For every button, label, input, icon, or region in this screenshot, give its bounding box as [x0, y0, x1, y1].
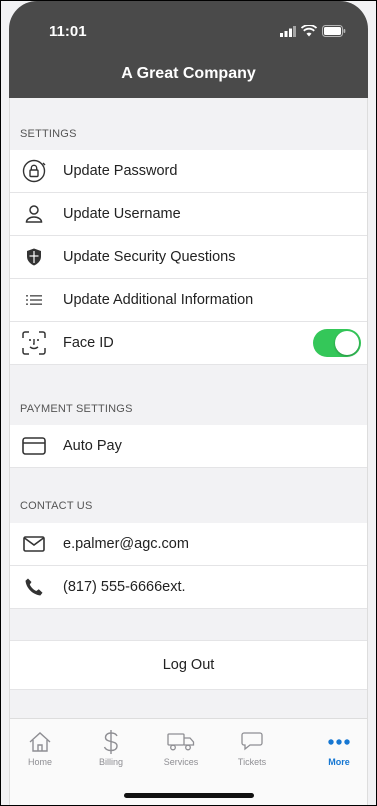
phone-link[interactable]: (817) 555-6666ext. — [63, 579, 186, 595]
face-id-row: Face ID — [10, 322, 367, 365]
list-icon — [21, 287, 47, 313]
tab-more-label: More — [328, 757, 350, 767]
settings-content: SETTINGS Update Password Update Username… — [9, 98, 368, 805]
contact-section-label: CONTACT US — [20, 500, 93, 512]
chat-icon — [222, 729, 282, 755]
email-row[interactable]: e.palmer@agc.com — [10, 523, 367, 566]
shield-icon — [21, 244, 47, 270]
payment-section-label: PAYMENT SETTINGS — [20, 403, 133, 415]
tab-billing[interactable]: Billing — [81, 729, 141, 767]
face-id-label: Face ID — [63, 335, 114, 351]
status-time: 11:01 — [49, 23, 87, 40]
home-icon — [10, 729, 70, 755]
tab-services[interactable]: Services — [151, 729, 211, 767]
update-password-label: Update Password — [63, 163, 178, 179]
credit-card-icon — [21, 433, 47, 459]
update-additional-info-row[interactable]: Update Additional Information — [10, 279, 367, 322]
signal-icon — [280, 25, 296, 37]
toggle-knob — [335, 331, 359, 355]
phone-icon — [21, 574, 47, 600]
face-id-icon — [21, 330, 47, 356]
tab-bar: Home Billing Services Tickets More — [10, 718, 367, 805]
auto-pay-row[interactable]: Auto Pay — [10, 425, 367, 468]
tab-services-label: Services — [163, 757, 199, 767]
home-indicator — [123, 793, 254, 798]
tab-billing-label: Billing — [98, 757, 123, 767]
dollar-icon — [81, 729, 141, 755]
battery-icon — [322, 25, 346, 37]
header-bar: 11:01 A Great Company — [9, 1, 368, 98]
update-security-questions-row[interactable]: Update Security Questions — [10, 236, 367, 279]
update-username-row[interactable]: Update Username — [10, 193, 367, 236]
update-password-row[interactable]: Update Password — [10, 150, 367, 193]
face-id-toggle[interactable] — [313, 329, 361, 357]
more-icon — [309, 729, 369, 755]
tab-home-label: Home — [27, 757, 52, 767]
phone-row[interactable]: (817) 555-6666ext. — [10, 566, 367, 609]
truck-icon — [151, 729, 211, 755]
update-username-label: Update Username — [63, 206, 181, 222]
email-link[interactable]: e.palmer@agc.com — [63, 536, 189, 552]
tab-home[interactable]: Home — [10, 729, 70, 767]
tab-more[interactable]: More — [309, 729, 369, 767]
auto-pay-label: Auto Pay — [63, 438, 122, 454]
update-additional-info-label: Update Additional Information — [63, 292, 254, 308]
update-security-questions-label: Update Security Questions — [63, 249, 236, 265]
phone-screen: 11:01 A Great Company SETTINGS Update Pa… — [0, 0, 377, 806]
tab-tickets[interactable]: Tickets — [222, 729, 282, 767]
page-title: A Great Company — [121, 65, 256, 82]
lock-icon — [21, 158, 47, 184]
envelope-icon — [21, 531, 47, 557]
log-out-button[interactable]: Log Out — [10, 640, 367, 690]
tab-tickets-label: Tickets — [237, 757, 267, 767]
settings-section-label: SETTINGS — [20, 128, 77, 140]
wifi-icon — [301, 25, 317, 37]
status-icons — [280, 25, 346, 37]
user-icon — [21, 201, 47, 227]
